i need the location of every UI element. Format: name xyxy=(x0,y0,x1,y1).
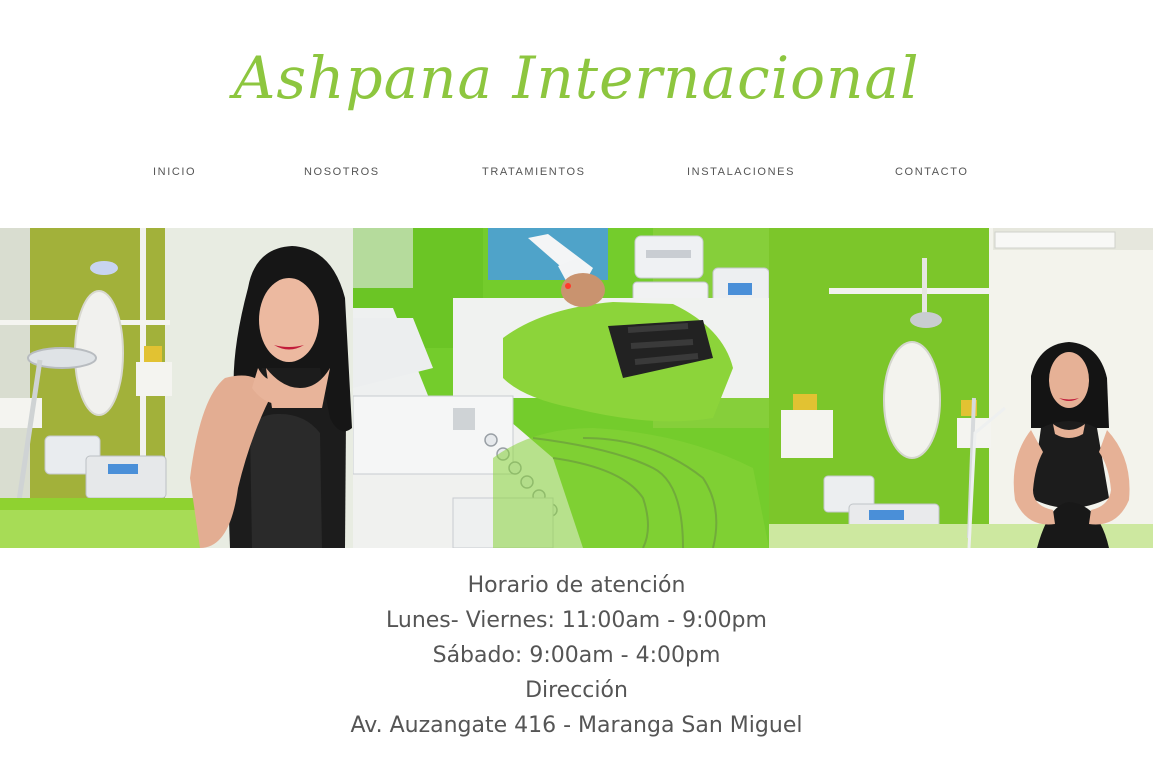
business-info: Horario de atención Lunes- Viernes: 11:0… xyxy=(0,568,1153,743)
nav-link-tratamientos[interactable]: TRATAMIENTOS xyxy=(482,166,586,178)
hours-heading: Horario de atención xyxy=(467,573,686,598)
gallery-photo-room xyxy=(769,228,1153,548)
site-logo[interactable]: Ashpana Internacional xyxy=(0,28,1153,128)
address-text: Av. Auzangate 416 - Maranga San Miguel xyxy=(350,713,803,738)
hours-weekdays: Lunes- Viernes: 11:00am - 9:00pm xyxy=(386,608,767,633)
address-heading: Dirección xyxy=(525,678,628,703)
hours-saturday: Sábado: 9:00am - 4:00pm xyxy=(432,643,721,668)
main-nav: INICIO NOSOTROS TRATAMIENTOS INSTALACION… xyxy=(0,166,1153,184)
nav-link-inicio[interactable]: INICIO xyxy=(153,166,196,178)
nav-link-nosotros[interactable]: NOSOTROS xyxy=(304,166,380,178)
gallery-photo-treatment xyxy=(353,228,769,548)
nav-link-instalaciones[interactable]: INSTALACIONES xyxy=(687,166,795,178)
nav-link-contacto[interactable]: CONTACTO xyxy=(895,166,969,178)
gallery-photo-portrait xyxy=(0,228,353,548)
photo-gallery xyxy=(0,228,1153,548)
